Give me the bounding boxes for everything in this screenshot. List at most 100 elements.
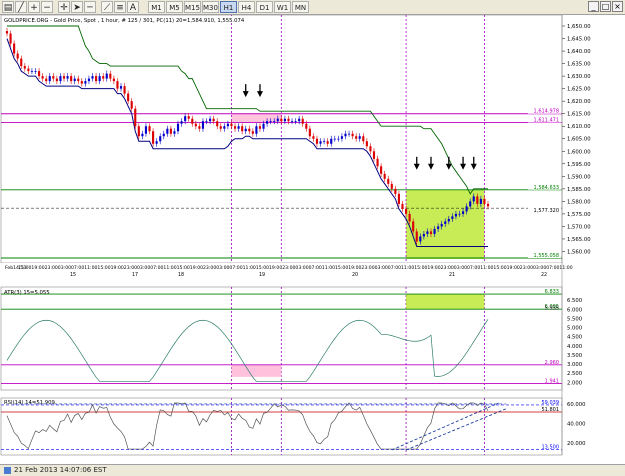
candle [191,118,194,124]
minimize-button[interactable]: _ [588,1,599,12]
candle [358,136,361,139]
candle [294,121,297,123]
timeframe-h1-button[interactable]: H1 [220,1,237,13]
price-tag: 1,577.320 [534,208,559,214]
line-tool-icon[interactable]: ╱ [15,1,27,13]
candle [337,138,340,140]
day-label: 18 [178,272,184,278]
candle [148,126,151,132]
atr-highlight-pink [231,364,282,377]
candle [276,118,279,122]
time-axis-label: 11:00 [559,265,572,271]
time-axis-label: 03:00 [58,265,71,271]
candle [465,206,468,212]
candle [347,133,351,135]
candle [201,121,205,129]
time-axis-label: 07:00 [229,265,242,271]
atr-scale-label: 2.000 [567,380,583,386]
candle [230,123,233,127]
price-tag: 1,614.978 [534,109,559,115]
candle [290,121,294,123]
time-axis-label: 11:00 [322,265,335,271]
candle [415,231,418,242]
candle [209,118,212,122]
fibonacci-icon[interactable]: ≡ [114,1,126,13]
price-scale-label: 1,640.00 [567,49,591,55]
candle [251,131,254,134]
atr-tag: 6.833 [545,289,559,295]
candle [45,78,48,82]
candle [333,138,336,140]
candle [479,198,482,204]
candle [66,76,69,79]
candle [16,53,19,59]
timeframe-m1-button[interactable]: M1 [148,1,165,13]
candle [180,121,183,124]
crosshair-icon[interactable]: ✛ [58,1,70,13]
atr-scale-label: 2.500 [567,371,583,377]
rsi-tag: 59.039 [542,400,560,406]
day-label: 19 [259,272,265,278]
chart-window: ▤ ╱ + − ✛ ➤ ─ ⟋ ≡ A M1 M5 M15 M30 H1 H4 D1 W1 MN _ □ × 1,650.… [0,0,625,476]
time-axis-label: 11:00 [84,265,97,271]
candle [305,123,308,129]
time-axis-label: 11:00 [243,265,256,271]
candle [451,216,454,219]
candle [233,126,237,129]
time-axis-label: 15:00 [18,265,31,271]
timeframe-d1-button[interactable]: D1 [256,1,273,13]
time-axis-label: 07:00 [388,265,401,271]
atr-scale-label: 4.500 [567,335,583,341]
rsi-scale-label: 60.000 [567,402,586,408]
candle [351,133,354,137]
candle [472,196,475,202]
price-scale-label: 1,585.00 [567,187,591,193]
hline-icon[interactable]: ─ [84,1,96,13]
price-scale-label: 1,610.00 [567,124,591,130]
chart-title: GOLDPRICE.ORG - Gold Price, Spot , 1 hou… [4,18,245,24]
price-scale-label: 1,635.00 [567,62,591,68]
time-axis-label: 11:00 [480,265,493,271]
time-axis-label: 03:00 [454,265,467,271]
time-axis-label: 23:00 [124,265,137,271]
time-axis-label: 23:00 [282,265,295,271]
timeframe-m30-button[interactable]: M30 [202,1,219,13]
trendline-icon[interactable]: ⟋ [101,1,113,13]
text-icon[interactable]: A [127,1,139,13]
price-scale-label: 1,595.00 [567,162,591,168]
timeframe-m15-button[interactable]: M15 [184,1,201,13]
candle [390,183,393,189]
rsi-tag: 13.500 [542,445,560,451]
candle [344,133,347,137]
candle [312,136,315,139]
zoom-in-icon[interactable]: + [28,1,40,13]
time-axis-label: 15:00 [493,265,506,271]
candle [52,76,55,79]
candle [184,116,187,122]
chart-svg[interactable]: 1,650.00 1,645.00 1,640.00 1,635.00 1,630.00… [0,14,625,463]
candle [87,78,91,82]
close-button[interactable]: × [612,1,623,12]
price-tag: 1,555.058 [534,253,559,259]
time-axis-label: 19:00 [507,265,520,271]
candle [412,221,415,232]
candle [397,193,400,204]
zoom-out-icon[interactable]: − [41,1,53,13]
atr-highlight-green [406,294,485,310]
timeframe-mn-button[interactable]: MN [292,1,309,13]
price-scale-label: 1,570.00 [567,224,591,230]
candle [105,73,108,79]
timeframe-w1-button[interactable]: W1 [274,1,291,13]
price-scale-label: 1,560.00 [567,249,591,255]
new-chart-icon[interactable]: ▤ [2,1,14,13]
candle [176,123,180,132]
price-scale-label: 1,615.00 [567,112,591,118]
timeframe-m5-button[interactable]: M5 [166,1,183,13]
candle [144,126,148,134]
chart-area[interactable]: 1,650.00 1,645.00 1,640.00 1,635.00 1,630.00… [0,14,625,463]
candle [116,81,119,89]
candle [340,136,343,139]
timeframe-h4-button[interactable]: H4 [238,1,255,13]
cursor-icon[interactable]: ➤ [71,1,83,13]
maximize-button[interactable]: □ [600,1,611,12]
